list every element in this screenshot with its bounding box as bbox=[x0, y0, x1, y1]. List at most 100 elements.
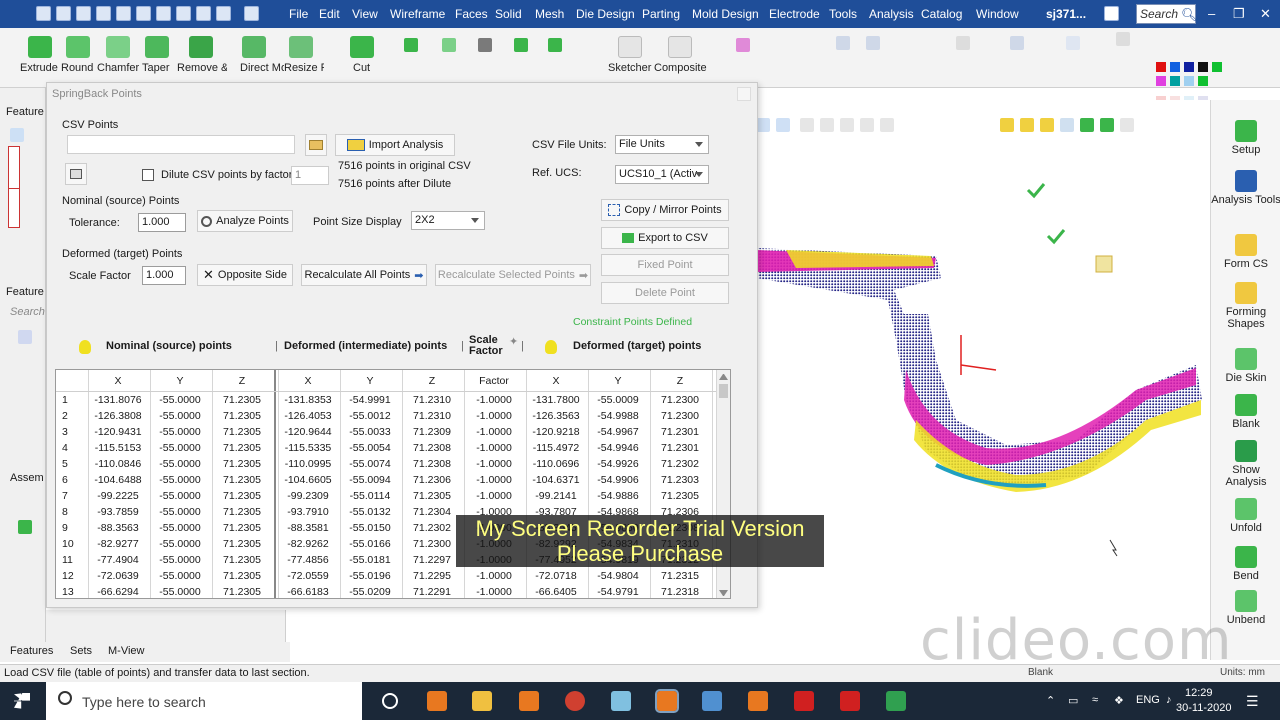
table-row[interactable]: 3 -120.9431 -55.0000 71.2305 -120.9644 -55.00… bbox=[56, 424, 730, 440]
new-icon[interactable] bbox=[76, 6, 91, 21]
menu-file[interactable]: File bbox=[289, 7, 308, 21]
snap-mid-icon[interactable] bbox=[1040, 118, 1054, 132]
app-icon-9[interactable] bbox=[794, 691, 814, 711]
csv-path-input[interactable] bbox=[67, 135, 295, 154]
features-label[interactable]: Feature bbox=[6, 106, 44, 118]
cimatron-active-icon[interactable] bbox=[655, 689, 679, 713]
browse-folder-button[interactable] bbox=[305, 134, 327, 156]
unfold-button[interactable]: Unfold bbox=[1211, 498, 1280, 534]
dilute-factor-input[interactable]: 1 bbox=[291, 166, 329, 185]
fixed-point-button[interactable]: Fixed Point bbox=[601, 254, 729, 276]
app-icon-11[interactable] bbox=[886, 691, 906, 711]
resize-rounds-icon[interactable] bbox=[289, 36, 313, 58]
ref-ucs-select[interactable]: UCS10_1 (Activ bbox=[615, 165, 709, 184]
taper-icon[interactable] bbox=[145, 36, 169, 58]
volume-icon[interactable]: ♪ bbox=[1166, 694, 1172, 706]
filter-icon-5[interactable] bbox=[880, 118, 894, 132]
filter-icon-3[interactable] bbox=[840, 118, 854, 132]
curve-tool-icon[interactable] bbox=[736, 38, 750, 52]
scale-tool-icon[interactable]: ✦ bbox=[509, 335, 518, 348]
tool-icon[interactable] bbox=[196, 6, 211, 21]
tab-features[interactable]: Features bbox=[10, 645, 53, 657]
cut-button[interactable]: Cut bbox=[353, 62, 370, 74]
dropbox-icon[interactable]: ❖ bbox=[1114, 694, 1124, 707]
back-icon[interactable] bbox=[18, 330, 32, 344]
tree-node-icon[interactable] bbox=[18, 520, 32, 534]
file-explorer-icon[interactable] bbox=[472, 691, 492, 711]
round-icon[interactable] bbox=[66, 36, 90, 58]
recalculate-all-button[interactable]: Recalculate All Points ➡ bbox=[301, 264, 427, 286]
table-row[interactable]: 7 -99.2225 -55.0000 71.2305 -99.2309 -55.0114… bbox=[56, 488, 730, 504]
print-setup-icon[interactable] bbox=[1116, 32, 1130, 46]
delete-icon[interactable] bbox=[176, 6, 191, 21]
extrude-icon[interactable] bbox=[28, 36, 52, 58]
windows-start-icon[interactable] bbox=[14, 693, 30, 709]
menu-edit[interactable]: Edit bbox=[319, 7, 340, 21]
copy-mirror-button[interactable]: Copy / Mirror Points bbox=[601, 199, 729, 221]
table-row[interactable]: 6 -104.6488 -55.0000 71.2305 -104.6605 -55.00… bbox=[56, 472, 730, 488]
menu-die-design[interactable]: Die Design bbox=[576, 7, 635, 21]
resize-rounds-button[interactable]: Resize Rounds bbox=[284, 62, 324, 74]
die-skin-button[interactable]: Die Skin bbox=[1211, 348, 1280, 384]
tolerance-input[interactable]: 1.000 bbox=[138, 213, 186, 232]
measure-icon[interactable] bbox=[1010, 36, 1024, 50]
scroll-thumb[interactable] bbox=[719, 384, 728, 398]
tray-chevron-icon[interactable]: ⌃ bbox=[1046, 694, 1055, 707]
point-size-select[interactable]: 2X2 bbox=[411, 211, 485, 230]
direct-modeling-icon[interactable] bbox=[242, 36, 266, 58]
transform-icon[interactable] bbox=[548, 38, 562, 52]
table-tool-button[interactable] bbox=[65, 163, 87, 185]
scroll-up-icon[interactable] bbox=[719, 374, 728, 380]
save-icon[interactable] bbox=[36, 6, 51, 21]
menu-tools[interactable]: Tools bbox=[829, 7, 857, 21]
chamfer-icon[interactable] bbox=[106, 36, 130, 58]
blank-button[interactable]: Blank bbox=[1211, 394, 1280, 430]
features-label-2[interactable]: Feature bbox=[6, 286, 44, 298]
delete-point-button[interactable]: Delete Point bbox=[601, 282, 729, 304]
filter-icon-1[interactable] bbox=[800, 118, 814, 132]
search-icon[interactable]: 🔍︎ bbox=[1181, 7, 1198, 23]
snap-icon[interactable] bbox=[1000, 118, 1014, 132]
taskbar-search[interactable]: Type here to search bbox=[46, 682, 362, 720]
table-icon[interactable] bbox=[956, 36, 970, 50]
direct-modeling-button[interactable]: Direct Modeling bbox=[240, 62, 284, 74]
dilute-checkbox[interactable] bbox=[142, 169, 154, 181]
close-icon[interactable]: ✕ bbox=[1260, 6, 1271, 22]
snap-curve-icon[interactable] bbox=[1100, 118, 1114, 132]
battery-icon[interactable]: ▭ bbox=[1068, 694, 1078, 707]
menu-solid[interactable]: Solid bbox=[495, 7, 522, 21]
cortana-icon[interactable] bbox=[382, 693, 398, 709]
filter-icon-4[interactable] bbox=[860, 118, 874, 132]
print-icon[interactable] bbox=[116, 6, 131, 21]
clock-date[interactable]: 30-11-2020 bbox=[1176, 702, 1231, 714]
clock-time[interactable]: 12:29 bbox=[1185, 687, 1213, 699]
zoom-icon[interactable] bbox=[1066, 36, 1080, 50]
import-analysis-button[interactable]: Import Analysis bbox=[335, 134, 455, 156]
csv-units-select[interactable]: File Units bbox=[615, 135, 709, 154]
menu-mesh[interactable]: Mesh bbox=[535, 7, 564, 21]
redraw-icon[interactable] bbox=[96, 6, 111, 21]
table-row[interactable]: 12 -72.0639 -55.0000 71.2305 -72.0559 -55.019… bbox=[56, 568, 730, 584]
undo-icon[interactable] bbox=[216, 6, 231, 21]
assembly-label[interactable]: Assem bbox=[10, 472, 44, 484]
snap-options-icon[interactable] bbox=[1120, 118, 1134, 132]
tree-search-input[interactable]: Search bbox=[10, 306, 45, 318]
snap-center-icon[interactable] bbox=[1060, 118, 1074, 132]
analyze-points-button[interactable]: Analyze Points bbox=[197, 210, 293, 232]
extrude-button[interactable]: Extrude bbox=[20, 62, 58, 74]
redo-icon[interactable] bbox=[244, 6, 259, 21]
show-analysis-button[interactable]: Show Analysis bbox=[1211, 440, 1280, 488]
setup-button[interactable]: Setup bbox=[1211, 120, 1280, 156]
menu-catalog[interactable]: Catalog bbox=[921, 7, 962, 21]
sketcher-icon[interactable] bbox=[618, 36, 642, 58]
scissor-icon[interactable] bbox=[478, 38, 492, 52]
acrobat-icon[interactable] bbox=[840, 691, 860, 711]
menu-electrode[interactable]: Electrode bbox=[769, 7, 820, 21]
form-cs-button[interactable]: Form CS bbox=[1211, 234, 1280, 270]
chamfer-button[interactable]: Chamfer bbox=[97, 62, 139, 74]
menu-wireframe[interactable]: Wireframe bbox=[390, 7, 445, 21]
table-row[interactable]: 1 -131.8076 -55.0000 71.2305 -131.8353 -54.99… bbox=[56, 392, 730, 408]
table-row[interactable]: 13 -66.6294 -55.0000 71.2305 -66.6183 -55.020… bbox=[56, 584, 730, 598]
forming-shapes-button[interactable]: Forming Shapes bbox=[1211, 282, 1280, 330]
tab-sets[interactable]: Sets bbox=[70, 645, 92, 657]
